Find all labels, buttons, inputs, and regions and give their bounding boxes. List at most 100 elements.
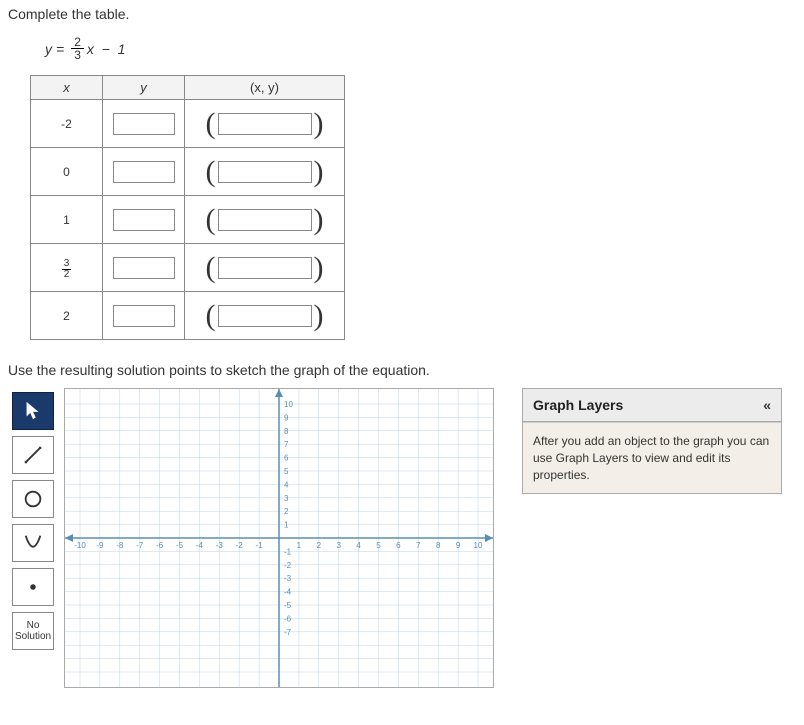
paren-left: ( <box>206 208 216 232</box>
svg-text:10: 10 <box>284 400 293 409</box>
svg-text:3: 3 <box>284 494 289 503</box>
x-cell: 1 <box>31 196 103 244</box>
svg-text:-3: -3 <box>216 541 224 550</box>
y-input[interactable] <box>113 161 175 183</box>
xy-input[interactable] <box>218 161 312 183</box>
x-cell: -2 <box>31 100 103 148</box>
svg-text:8: 8 <box>284 427 289 436</box>
svg-text:-9: -9 <box>96 541 104 550</box>
table-row: 1 () <box>31 196 345 244</box>
no-solution-tool[interactable]: NoSolution <box>12 612 54 650</box>
svg-text:-5: -5 <box>176 541 184 550</box>
table-row: 3 2 () <box>31 244 345 292</box>
svg-text:3: 3 <box>336 541 341 550</box>
chart-svg: -10-9-8-7-6-5-4-3-2-112345678910-7-6-5-4… <box>65 389 493 687</box>
eq-rest: − 1 <box>94 41 126 57</box>
graph-toolbar: NoSolution <box>0 388 58 650</box>
no-solution-label: NoSolution <box>15 620 51 642</box>
eq-eq: = <box>56 41 64 57</box>
eq-var: x <box>87 41 94 57</box>
y-input[interactable] <box>113 257 175 279</box>
point-icon <box>22 576 44 598</box>
xy-cell: () <box>185 196 345 244</box>
svg-text:1: 1 <box>284 521 289 530</box>
svg-text:-7: -7 <box>136 541 144 550</box>
graph-layers-panel: Graph Layers « After you add an object t… <box>522 388 782 494</box>
y-input[interactable] <box>113 209 175 231</box>
y-cell <box>103 292 185 340</box>
y-input[interactable] <box>113 305 175 327</box>
svg-text:9: 9 <box>284 413 289 422</box>
parabola-tool[interactable] <box>12 524 54 562</box>
xy-table: x y (x, y) -2 () 0 () 1 () 3 2 <box>30 75 345 340</box>
collapse-icon[interactable]: « <box>763 397 771 413</box>
svg-text:6: 6 <box>396 541 401 550</box>
prompt-sketch-graph: Use the resulting solution points to ske… <box>0 356 804 388</box>
paren-right: ) <box>314 256 324 280</box>
svg-text:7: 7 <box>416 541 421 550</box>
line-tool[interactable] <box>12 436 54 474</box>
table-row: 0 () <box>31 148 345 196</box>
y-cell <box>103 100 185 148</box>
pointer-tool[interactable] <box>12 392 54 430</box>
svg-text:-2: -2 <box>236 541 244 550</box>
xy-cell: () <box>185 148 345 196</box>
graph-layers-body: After you add an object to the graph you… <box>523 422 781 493</box>
svg-text:9: 9 <box>456 541 461 550</box>
x-cell: 3 2 <box>31 244 103 292</box>
table-row: 2 () <box>31 292 345 340</box>
paren-left: ( <box>206 304 216 328</box>
svg-text:2: 2 <box>317 541 322 550</box>
svg-text:-6: -6 <box>156 541 164 550</box>
svg-text:5: 5 <box>284 467 289 476</box>
paren-left: ( <box>206 160 216 184</box>
th-x: x <box>31 76 103 100</box>
circle-icon <box>22 488 44 510</box>
graph-layers-title: Graph Layers <box>533 397 623 413</box>
svg-text:-3: -3 <box>284 574 292 583</box>
y-cell <box>103 244 185 292</box>
x-cell: 0 <box>31 148 103 196</box>
svg-text:-2: -2 <box>284 561 292 570</box>
svg-text:-4: -4 <box>284 588 292 597</box>
svg-text:2: 2 <box>284 507 289 516</box>
line-icon <box>22 444 44 466</box>
y-cell <box>103 196 185 244</box>
xy-input[interactable] <box>218 257 312 279</box>
svg-text:7: 7 <box>284 440 289 449</box>
paren-left: ( <box>206 112 216 136</box>
eq-lhs: y <box>45 41 52 57</box>
x-cell: 2 <box>31 292 103 340</box>
xy-cell: () <box>185 292 345 340</box>
paren-right: ) <box>314 112 324 136</box>
svg-text:-4: -4 <box>196 541 204 550</box>
paren-right: ) <box>314 304 324 328</box>
svg-text:8: 8 <box>436 541 441 550</box>
circle-tool[interactable] <box>12 480 54 518</box>
svg-text:1: 1 <box>297 541 302 550</box>
equation: y = 2 3 x − 1 <box>0 28 804 75</box>
graph-canvas[interactable]: -10-9-8-7-6-5-4-3-2-112345678910-7-6-5-4… <box>64 388 494 688</box>
xy-input[interactable] <box>218 305 312 327</box>
svg-text:6: 6 <box>284 454 289 463</box>
paren-left: ( <box>206 256 216 280</box>
th-xy: (x, y) <box>185 76 345 100</box>
prompt-complete-table: Complete the table. <box>0 0 804 28</box>
xy-input[interactable] <box>218 113 312 135</box>
svg-text:-10: -10 <box>74 541 86 550</box>
xy-input[interactable] <box>218 209 312 231</box>
point-tool[interactable] <box>12 568 54 606</box>
svg-text:-1: -1 <box>284 547 292 556</box>
parabola-icon <box>22 532 44 554</box>
svg-text:-8: -8 <box>116 541 124 550</box>
xy-cell: () <box>185 100 345 148</box>
paren-right: ) <box>314 160 324 184</box>
y-input[interactable] <box>113 113 175 135</box>
x-fraction: 3 2 <box>62 259 72 280</box>
x-frac-den: 2 <box>62 270 72 280</box>
svg-text:5: 5 <box>376 541 381 550</box>
svg-text:-5: -5 <box>284 601 292 610</box>
table-row: -2 () <box>31 100 345 148</box>
pointer-icon <box>22 400 44 422</box>
svg-text:4: 4 <box>284 480 289 489</box>
